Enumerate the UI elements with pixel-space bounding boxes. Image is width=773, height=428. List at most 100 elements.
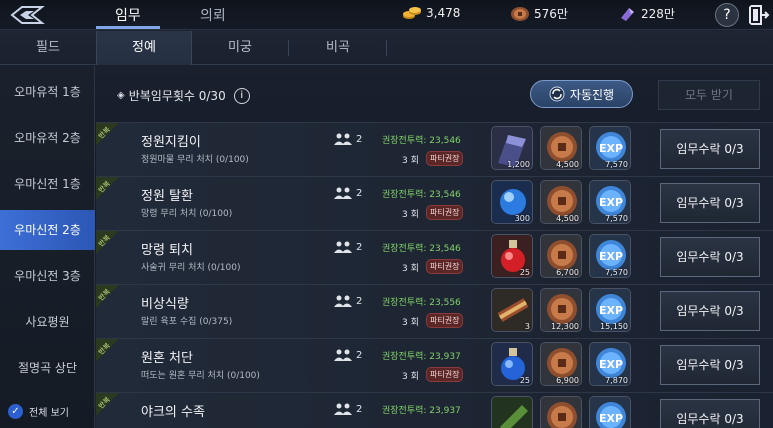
checkmark-icon[interactable]: ✓ [8, 404, 23, 419]
quest-row[interactable]: 반복 정원지킴이 정원마물 무리 처치 (0/100) 2 권장전투력: 23,546 3… [96, 122, 773, 176]
reward-slot[interactable] [491, 396, 533, 428]
quest-row[interactable]: 반복 비상식량 말린 육포 수집 (0/375) 2 권장전투력: 23,556 3 회 파… [96, 284, 773, 338]
sidebar-item-omayujeok-2[interactable]: 오마유적 2층 [0, 118, 95, 158]
quest-title: 정원지킴이 [141, 135, 201, 150]
reward-slot[interactable]: 25 [491, 342, 533, 386]
reward-quantity: 15,150 [600, 322, 628, 331]
reward-slot[interactable]: 12,300 [540, 288, 582, 332]
reward-slot[interactable]: EXP 7,570 [589, 180, 631, 224]
reward-slot[interactable]: EXP [589, 396, 631, 428]
accept-quest-button[interactable]: 임무수락 0/3 [660, 237, 760, 277]
gold-coins-icon [403, 7, 421, 19]
party-size: 2 [334, 403, 362, 415]
svg-text:EXP: EXP [599, 142, 623, 155]
quest-row[interactable]: 반복 원혼 처단 떠도는 원혼 무리 처치 (0/100) 2 권장전투력: 23,93… [96, 338, 773, 392]
quest-title: 야크의 수족 [141, 405, 205, 420]
accept-quest-button[interactable]: 임무수락 0/3 [660, 399, 760, 428]
active-tab-indicator [96, 26, 160, 29]
quest-row[interactable]: 반복 정원 탈환 망령 무리 처치 (0/100) 2 권장전투력: 23,546 3 회… [96, 176, 773, 230]
quest-title: 원혼 처단 [141, 351, 193, 366]
svg-text:EXP: EXP [599, 250, 623, 263]
view-all-toggle[interactable]: ✓ 전체 보기 [8, 404, 69, 419]
sidebar-item-omayujeok-1[interactable]: 오마유적 1층 [0, 72, 95, 112]
tab-field[interactable]: 필드 [0, 31, 96, 65]
recommended-power: 권장전투력: 23,546 [382, 190, 461, 200]
top-bar: 임무 의뢰 3,478 576만 228만 ? [0, 0, 773, 30]
repeat-ribbon: 반복 [96, 339, 122, 365]
quest-title: 망령 퇴치 [141, 243, 193, 258]
party-size: 2 [334, 349, 362, 361]
reward-slot[interactable]: 3 [491, 288, 533, 332]
svg-text:EXP: EXP [599, 304, 623, 317]
reward-slot[interactable]: 6,700 [540, 234, 582, 278]
reward-quantity: 7,570 [605, 160, 628, 169]
quest-objective: 떠도는 원혼 무리 처치 (0/100) [141, 371, 260, 381]
reward-slot[interactable]: 4,500 [540, 126, 582, 170]
quest-row[interactable]: 반복 야크의 수족 2 권장전투력: 23,937 EXP 임무수락 0/3 [96, 392, 773, 428]
receive-all-button[interactable]: 모두 받기 [658, 80, 760, 110]
quest-row[interactable]: 반복 망령 퇴치 사술귀 무리 처치 (0/100) 2 권장전투력: 23,546 3 … [96, 230, 773, 284]
tab-mission[interactable]: 임무 [115, 5, 141, 25]
sidebar-item-umasinjeon-2[interactable]: 우마신전 2층 [0, 210, 95, 250]
party-count: 2 [356, 187, 363, 199]
party-icon [334, 241, 352, 253]
party-icon [334, 295, 352, 307]
reward-slot[interactable]: 25 [491, 234, 533, 278]
reward-slot[interactable]: 1,200 [491, 126, 533, 170]
reward-slot[interactable]: EXP 7,570 [589, 234, 631, 278]
gold-currency: 3,478 [402, 5, 460, 21]
accept-quest-button[interactable]: 임무수락 0/3 [660, 183, 760, 223]
party-count: 2 [356, 241, 363, 253]
party-icon [334, 403, 352, 415]
tab-divider [386, 40, 387, 56]
repeat-ribbon: 반복 [96, 123, 122, 149]
reward-slot[interactable]: 6,900 [540, 342, 582, 386]
reward-quantity: 4,500 [556, 160, 579, 169]
accept-quest-button[interactable]: 임무수락 0/3 [660, 291, 760, 331]
party-count: 2 [356, 133, 363, 145]
reward-quantity: 7,570 [605, 214, 628, 223]
reward-slot[interactable]: EXP 15,150 [589, 288, 631, 332]
party-size: 2 [334, 241, 362, 253]
reward-slot[interactable]: 300 [491, 180, 533, 224]
reward-quantity: 7,870 [605, 376, 628, 385]
repeat-times: 3 회 [402, 264, 419, 274]
info-icon[interactable]: i [233, 87, 250, 104]
exit-icon[interactable] [746, 3, 770, 27]
tab-secret-valley[interactable]: 비곡 [290, 31, 386, 65]
accept-quest-button[interactable]: 임무수락 0/3 [660, 345, 760, 385]
auto-progress-button[interactable]: 자동진행 [530, 80, 633, 108]
quest-title: 비상식량 [141, 297, 189, 312]
tab-labyrinth[interactable]: 미궁 [192, 31, 288, 65]
reward-quantity: 1,200 [507, 160, 530, 169]
party-icon [334, 133, 352, 145]
tab-elite[interactable]: 정예 [96, 31, 192, 65]
repeat-times: 3 회 [402, 372, 419, 382]
party-size: 2 [334, 187, 362, 199]
sidebar-item-jeolmyeonggok[interactable]: 절명곡 상단 [0, 348, 95, 388]
accept-quest-button[interactable]: 임무수락 0/3 [660, 129, 760, 169]
reward-slot[interactable]: 4,500 [540, 180, 582, 224]
party-recommended-badge: 파티권장 [426, 259, 464, 274]
party-size: 2 [334, 295, 362, 307]
refresh-icon [549, 86, 565, 102]
reward-slot[interactable]: EXP 7,870 [589, 342, 631, 386]
reward-quantity: 6,700 [556, 268, 579, 277]
party-size: 2 [334, 133, 362, 145]
purple-crystal-icon [621, 7, 634, 21]
party-recommended-badge: 파티권장 [426, 205, 464, 220]
sidebar-item-umasinjeon-1[interactable]: 우마신전 1층 [0, 164, 95, 204]
help-icon[interactable]: ? [715, 3, 739, 27]
party-count: 2 [356, 403, 363, 415]
ribbon-label: 반복 [97, 341, 112, 357]
party-icon [334, 187, 352, 199]
reward-slot[interactable]: EXP 7,570 [589, 126, 631, 170]
ribbon-label: 반복 [97, 395, 112, 411]
sidebar-item-umasinjeon-3[interactable]: 우마신전 3층 [0, 256, 95, 296]
party-count: 2 [356, 295, 363, 307]
tab-request[interactable]: 의뢰 [200, 5, 226, 25]
back-logo-icon[interactable] [8, 4, 46, 26]
recommended-power: 권장전투력: 23,546 [382, 136, 461, 146]
sidebar-item-sayo-plains[interactable]: 사요평원 [0, 302, 95, 342]
reward-slot[interactable] [540, 396, 582, 428]
